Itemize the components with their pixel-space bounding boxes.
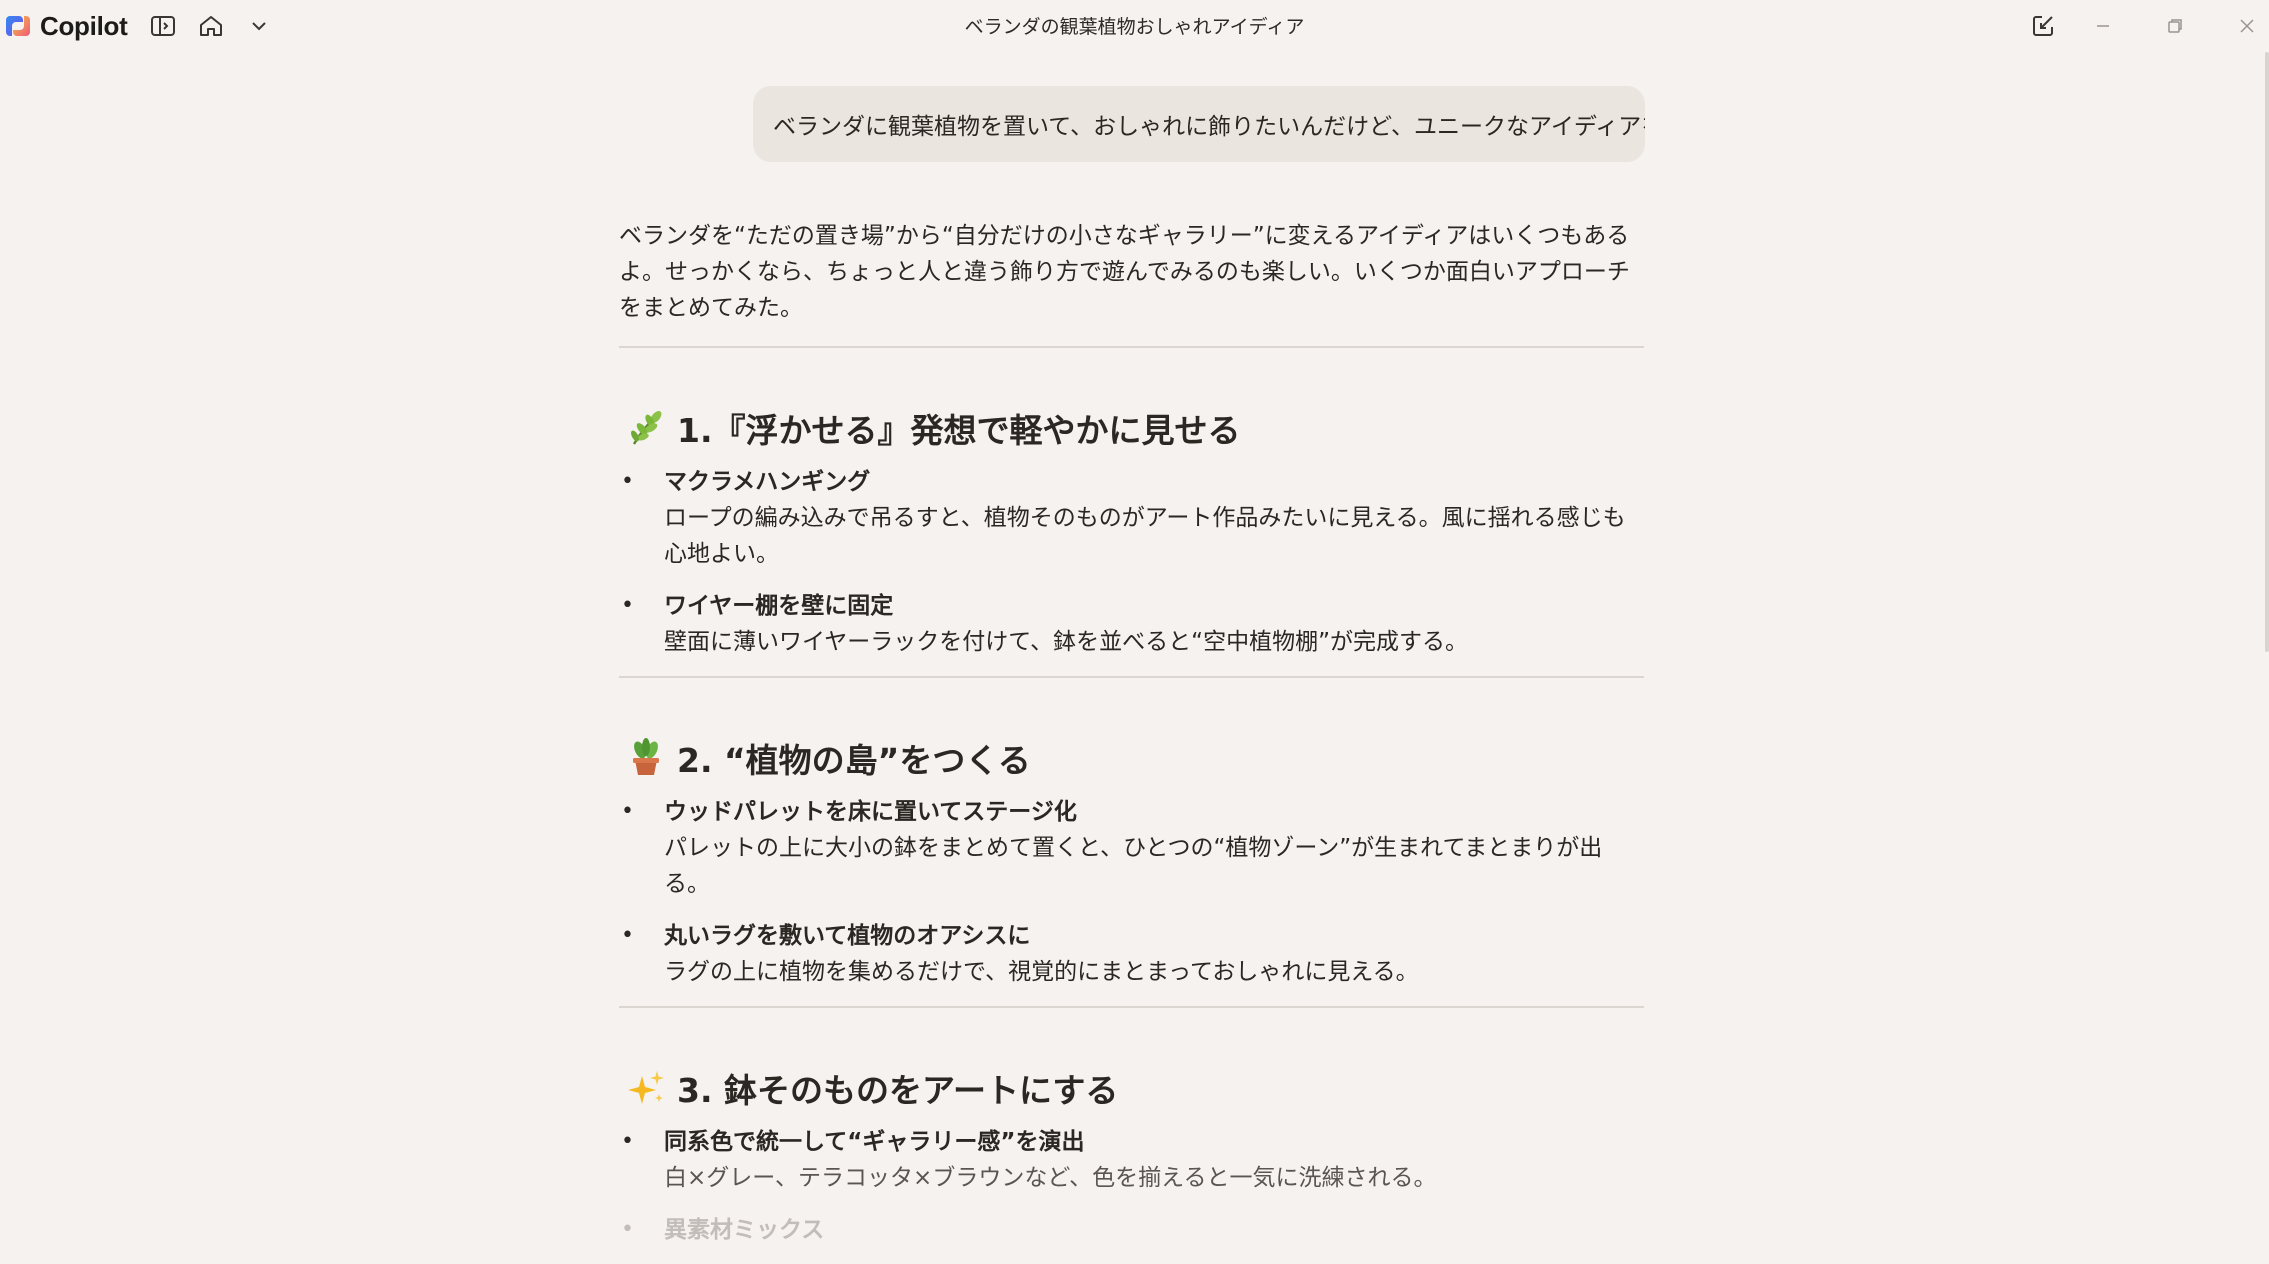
sparkles-icon bbox=[628, 1071, 664, 1104]
title-bar: Copilot ベランダの観葉植物おしゃれアイディア bbox=[0, 0, 2269, 52]
list-item: • マクラメハンギング ロープの編み込みで吊るすと、植物そのものがアート作品みた… bbox=[619, 464, 1644, 572]
section-title: 2. “植物の島”をつくる bbox=[677, 741, 1031, 780]
assistant-response: ベランダを“ただの置き場”から“自分だけの小さなギャラリー”に変えるアイディアは… bbox=[619, 218, 1644, 1264]
section-divider bbox=[619, 1006, 1644, 1008]
section-heading: 2. “植物の島”をつくる bbox=[619, 736, 1644, 780]
item-description: 白×グレー、テラコッタ×ブラウンなど、色を揃えると一気に洗練される。 bbox=[664, 1165, 1437, 1191]
minimize-icon[interactable] bbox=[2083, 8, 2123, 44]
item-description: 壁面に薄いワイヤーラックを付けて、鉢を並べると“空中植物棚”が完成する。 bbox=[664, 629, 1468, 655]
section-item-list: • マクラメハンギング ロープの編み込みで吊るすと、植物そのものがアート作品みた… bbox=[619, 464, 1644, 660]
herb-icon bbox=[631, 411, 662, 445]
bullet: • bbox=[621, 593, 634, 618]
item-title: 丸いラグを敷いて植物のオアシスに bbox=[664, 923, 1031, 949]
list-item: • 同系色で統一して“ギャラリー感”を演出 白×グレー、テラコッタ×ブラウンなど… bbox=[619, 1124, 1644, 1196]
section-title: 1.『浮かせる』発想で軽やかに見せる bbox=[677, 411, 1241, 450]
user-message-text: ベランダに観葉植物を置いて、おしゃれに飾りたいんだけど、ユニークなアイディアを教… bbox=[773, 114, 1645, 140]
list-item: • ワイヤー棚を壁に固定 壁面に薄いワイヤーラックを付けて、鉢を並べると“空中植… bbox=[619, 588, 1644, 660]
list-item: • 異素材ミックス bbox=[619, 1212, 1644, 1248]
item-title: 異素材ミックス bbox=[664, 1217, 825, 1243]
item-title: 同系色で統一して“ギャラリー感”を演出 bbox=[664, 1129, 1085, 1155]
scrollbar[interactable] bbox=[2265, 52, 2269, 652]
user-message-bubble: ベランダに観葉植物を置いて、おしゃれに飾りたいんだけど、ユニークなアイディアを教… bbox=[753, 86, 1645, 162]
potted-plant-icon bbox=[633, 738, 659, 775]
bullet: • bbox=[621, 469, 634, 494]
section-item-list: • ウッドパレットを床に置いてステージ化 パレットの上に大小の鉢をまとめて置くと… bbox=[619, 794, 1644, 990]
item-description: パレットの上に大小の鉢をまとめて置くと、ひとつの“植物ゾーン”が生まれてまとまり… bbox=[664, 835, 1603, 897]
item-title: マクラメハンギング bbox=[664, 469, 871, 495]
window-title: ベランダの観葉植物おしゃれアイディア bbox=[964, 16, 1305, 38]
bullet: • bbox=[621, 923, 634, 948]
item-description: ラグの上に植物を集めるだけで、視覚的にまとまっておしゃれに見える。 bbox=[664, 959, 1419, 985]
bullet: • bbox=[621, 799, 634, 824]
restore-icon[interactable] bbox=[2155, 8, 2195, 44]
section-divider bbox=[619, 676, 1644, 678]
section-heading: 1.『浮かせる』発想で軽やかに見せる bbox=[619, 406, 1644, 450]
section-item-list: • 同系色で統一して“ギャラリー感”を演出 白×グレー、テラコッタ×ブラウンなど… bbox=[619, 1124, 1644, 1248]
item-title: ワイヤー棚を壁に固定 bbox=[664, 593, 894, 619]
close-icon[interactable] bbox=[2227, 8, 2267, 44]
response-intro: ベランダを“ただの置き場”から“自分だけの小さなギャラリー”に変えるアイディアは… bbox=[619, 223, 1630, 321]
list-item: • ウッドパレットを床に置いてステージ化 パレットの上に大小の鉢をまとめて置くと… bbox=[619, 794, 1644, 902]
item-description: ロープの編み込みで吊るすと、植物そのものがアート作品みたいに見える。風に揺れる感… bbox=[664, 505, 1626, 567]
bullet: • bbox=[621, 1129, 634, 1154]
section-heading: 3. 鉢そのものをアートにする bbox=[619, 1066, 1644, 1110]
list-item: • 丸いラグを敷いて植物のオアシスに ラグの上に植物を集めるだけで、視覚的にまと… bbox=[619, 918, 1644, 990]
item-title: ウッドパレットを床に置いてステージ化 bbox=[664, 799, 1077, 825]
section-divider bbox=[619, 346, 1644, 348]
bullet: • bbox=[621, 1217, 634, 1242]
section-title: 3. 鉢そのものをアートにする bbox=[677, 1071, 1119, 1110]
new-chat-icon[interactable] bbox=[2023, 8, 2063, 44]
